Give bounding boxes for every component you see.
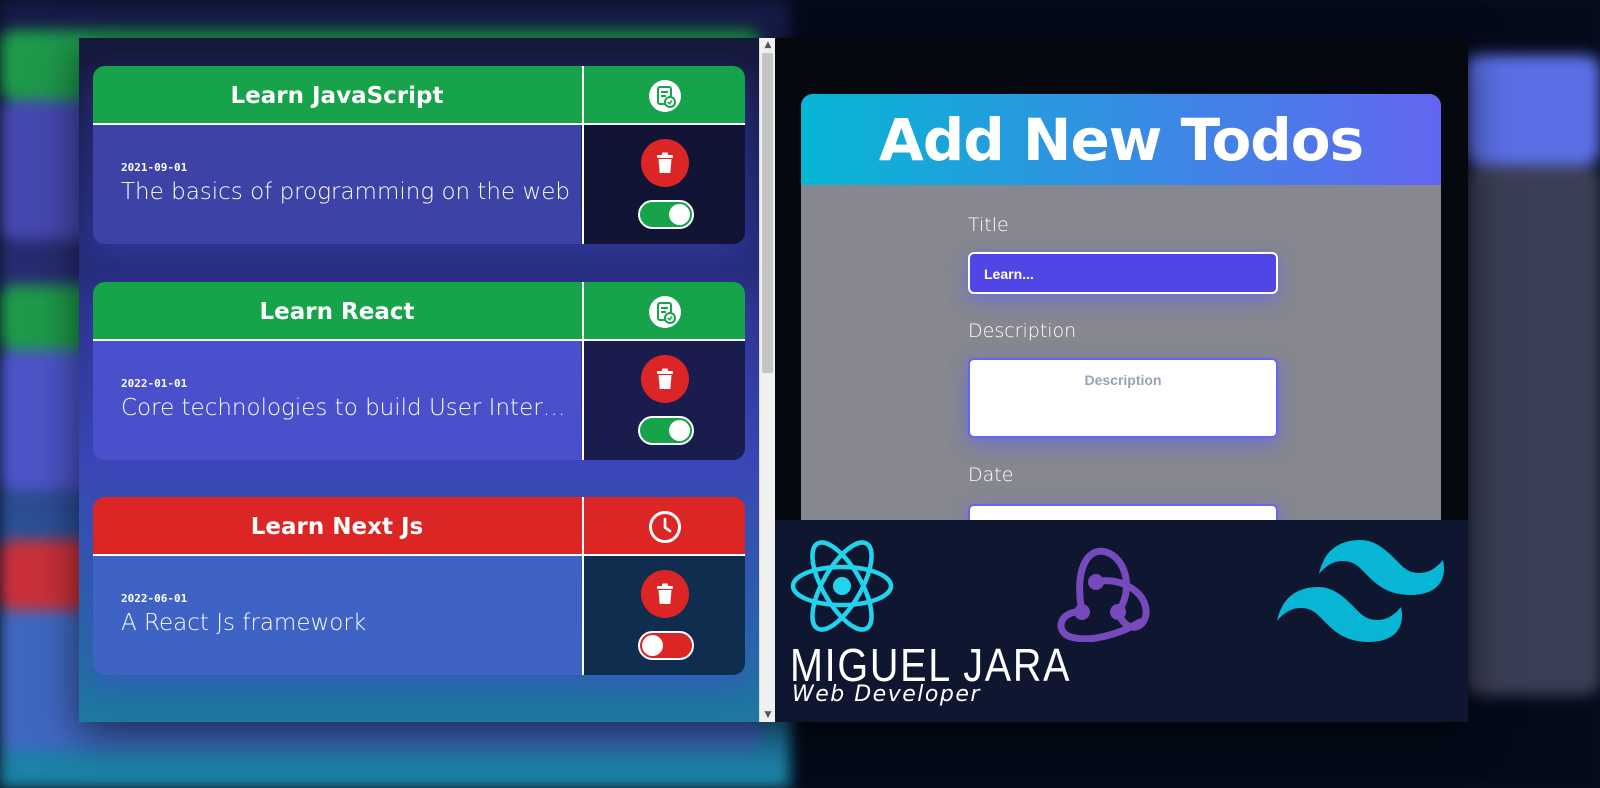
react-logo-icon	[790, 540, 894, 632]
status-cell	[582, 497, 745, 556]
toggle-knob	[669, 420, 690, 441]
todo-card-header: Learn JavaScript	[93, 66, 745, 125]
tailwind-logo-icon	[1277, 540, 1445, 642]
add-todo-panel: Add New Todos Title Learn... Description…	[775, 38, 1468, 722]
description-label: Description	[968, 320, 1077, 342]
status-cell	[582, 66, 745, 125]
background-card-ghost	[1465, 55, 1600, 165]
background-card-ghost	[1465, 165, 1600, 695]
todo-card-body: 2022-06-01 A React Js framework	[93, 556, 581, 675]
delete-button[interactable]	[641, 355, 689, 403]
app-window: Learn JavaScript 2021-09-01 The basics o…	[79, 38, 1468, 722]
scroll-down-arrow-icon[interactable]: ▼	[760, 708, 776, 722]
todo-card-header: Learn React	[93, 282, 745, 341]
trash-icon	[657, 583, 673, 604]
todo-card-body: 2021-09-01 The basics of programming on …	[93, 125, 581, 244]
delete-button[interactable]	[641, 570, 689, 618]
complete-toggle[interactable]	[638, 200, 694, 229]
clock-icon	[648, 510, 681, 543]
todo-description: Core technologies to build User Interfac…	[121, 395, 571, 421]
title-input[interactable]: Learn...	[968, 252, 1278, 294]
todo-card: Learn JavaScript 2021-09-01 The basics o…	[93, 66, 745, 244]
scroll-thumb[interactable]	[762, 53, 773, 373]
toggle-knob	[669, 204, 690, 225]
todo-card: Learn React 2022-01-01 Core technologies…	[93, 282, 745, 460]
scrollbar[interactable]: ▲ ▼	[759, 38, 775, 722]
form-header: Add New Todos	[801, 94, 1441, 185]
add-todo-form: Add New Todos Title Learn... Description…	[801, 94, 1441, 534]
todo-actions	[582, 556, 745, 675]
todo-actions	[582, 125, 745, 244]
todo-list-panel: Learn JavaScript 2021-09-01 The basics o…	[79, 38, 759, 722]
todo-date: 2022-06-01	[121, 592, 188, 605]
todo-description: A React Js framework	[121, 610, 367, 636]
todo-actions	[582, 341, 745, 460]
todo-card: Learn Next Js 2022-06-01 A React Js fram…	[93, 497, 745, 675]
redux-logo-icon	[1057, 547, 1150, 642]
form-heading: Add New Todos	[878, 105, 1364, 174]
todo-card-body: 2022-01-01 Core technologies to build Us…	[93, 341, 581, 460]
scroll-up-arrow-icon[interactable]: ▲	[760, 38, 776, 52]
todo-card-header: Learn Next Js	[93, 497, 745, 556]
description-input[interactable]: Description	[968, 358, 1278, 438]
todo-date: 2021-09-01	[121, 161, 188, 174]
status-cell	[582, 282, 745, 341]
task-completed-icon	[648, 79, 681, 112]
title-label: Title	[968, 214, 1009, 236]
todo-title: Learn JavaScript	[230, 82, 444, 109]
todo-title: Learn React	[259, 298, 415, 325]
brand-banner: MIGUEL JARA Web Developer	[775, 520, 1468, 722]
todo-title: Learn Next Js	[250, 513, 424, 540]
date-label: Date	[968, 464, 1014, 486]
trash-icon	[657, 368, 673, 389]
todo-description: The basics of programming on the web	[121, 179, 571, 205]
complete-toggle[interactable]	[638, 416, 694, 445]
developer-role: Web Developer	[792, 682, 981, 707]
todo-date: 2022-01-01	[121, 377, 188, 390]
trash-icon	[657, 152, 673, 173]
task-completed-icon	[648, 295, 681, 328]
delete-button[interactable]	[641, 139, 689, 187]
complete-toggle[interactable]	[638, 631, 694, 660]
toggle-knob	[642, 635, 663, 656]
